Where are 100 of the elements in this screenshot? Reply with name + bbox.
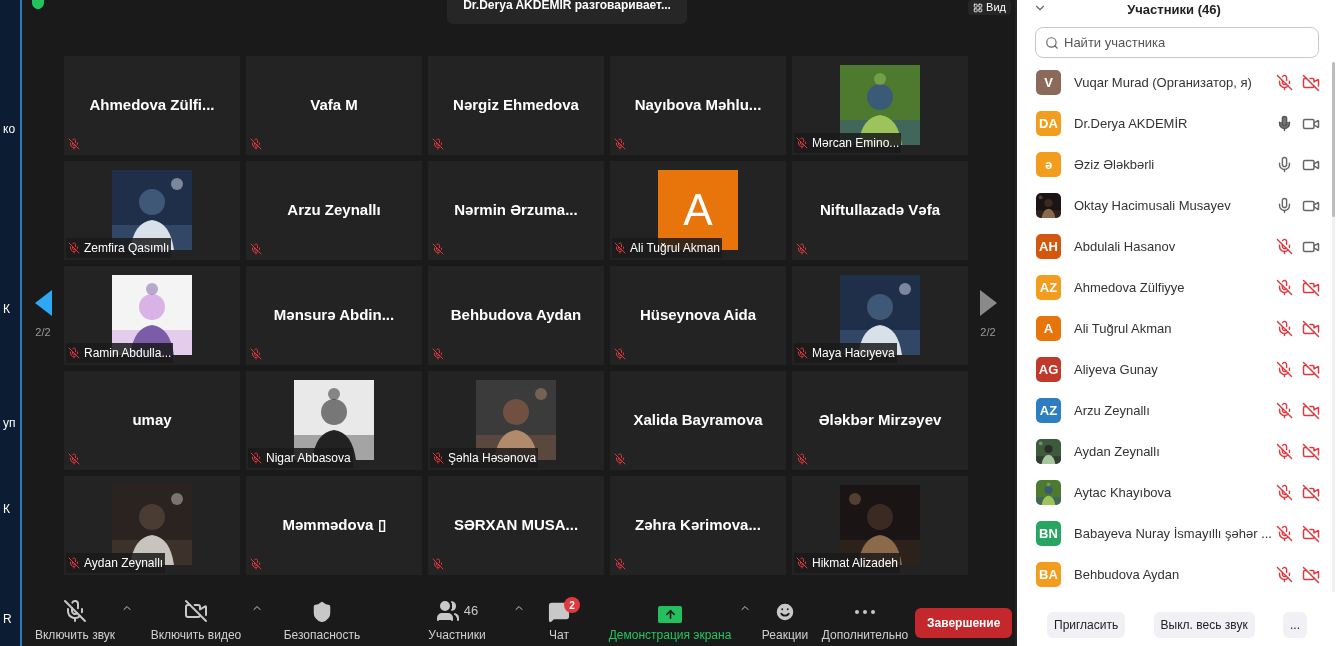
muted-mic-icon <box>250 558 262 570</box>
people-icon <box>435 599 460 623</box>
participant-name: Mərcan Emino... <box>812 135 900 152</box>
speaker-banner: Dr.Derya AKDEMIR разговаривает... <box>447 0 687 24</box>
participant-row[interactable]: Oktay Hacimusali Musayev <box>1017 185 1332 226</box>
share-screen-icon <box>658 606 682 623</box>
video-off-icon[interactable] <box>1302 442 1320 461</box>
more-button[interactable]: Дополнительно <box>815 601 915 644</box>
muted-mic-icon <box>796 453 808 465</box>
video-off-icon[interactable] <box>1302 319 1320 338</box>
participant-name: Zəhra Kərimova... <box>635 515 761 536</box>
participant-name: Zemfira Qasımlı <box>84 240 170 257</box>
muted-mic-icon[interactable] <box>1276 525 1294 542</box>
muted-mic-icon <box>68 453 80 465</box>
muted-mic-icon[interactable] <box>1276 443 1294 460</box>
video-off-icon[interactable] <box>1302 524 1320 543</box>
muted-mic-icon[interactable] <box>1276 566 1294 583</box>
desktop-icon-label[interactable]: уп <box>3 414 16 432</box>
muted-mic-icon[interactable] <box>1276 484 1294 501</box>
panel-button[interactable]: Пригласить <box>1047 612 1126 638</box>
share-button[interactable]: Демонстрация экрана <box>597 606 743 644</box>
view-button[interactable]: Вид <box>968 0 1011 15</box>
video-off-icon[interactable] <box>1302 278 1320 297</box>
participant-name: umay <box>132 410 172 431</box>
panel-button[interactable]: ... <box>1283 612 1307 638</box>
participant-name: Ələkbər Mirzəyev <box>818 410 942 431</box>
participant-row[interactable]: BN Babayeva Nuray İsmayıllı şəhər ... <box>1017 513 1332 554</box>
desktop-icon-label[interactable]: R <box>3 610 12 628</box>
participant-row[interactable]: BA Behbudova Aydan <box>1017 554 1332 595</box>
desktop-icon-label[interactable]: К <box>3 500 10 518</box>
desktop-icon-label[interactable]: К <box>3 300 10 318</box>
muted-mic-icon <box>796 243 808 255</box>
participant-name: Behbudova Aydan <box>450 305 582 326</box>
participant-name: Mənsurə Abdin... <box>273 305 395 326</box>
participant-name: Nayıbova Məhlu... <box>634 95 762 116</box>
participant-name: Oktay Hacimusali Musayev <box>1074 196 1232 215</box>
muted-mic-icon <box>432 138 444 150</box>
scrollbar[interactable] <box>1332 62 1335 592</box>
desktop-icon-label[interactable]: ко <box>3 120 16 138</box>
participant-name: Vafa M <box>310 95 358 116</box>
muted-mic-icon <box>68 347 80 359</box>
participant-name: Ahmedova Zülfi... <box>89 95 215 116</box>
muted-mic-icon[interactable] <box>1276 320 1294 337</box>
muted-mic-icon[interactable] <box>1276 361 1294 378</box>
participants-button[interactable]: 46 Участники <box>397 599 517 644</box>
participant-name: SƏRXAN MUSA... <box>453 515 579 536</box>
participant-row[interactable]: AZ Arzu Zeynallı <box>1017 390 1332 431</box>
smiley-icon <box>774 601 796 623</box>
avatar: AG <box>1036 357 1061 382</box>
participant-name: Ali Tuğrul Akman <box>1074 319 1173 338</box>
participant-row[interactable]: DA Dr.Derya AKDEMİR <box>1017 103 1332 144</box>
muted-mic-icon[interactable] <box>1276 74 1294 91</box>
avatar: BA <box>1036 562 1061 587</box>
participant-row[interactable]: Aydan Zeynallı <box>1017 431 1332 472</box>
avatar: BN <box>1036 521 1061 546</box>
security-button[interactable]: Безопасность <box>267 601 377 644</box>
video-button[interactable]: Включить видео <box>137 599 255 644</box>
participant-name: Vuqar Murad (Организатор, я) <box>1074 73 1253 92</box>
participant-row[interactable]: AH Abdulali Hasanov <box>1017 226 1332 267</box>
participant-name: Arzu Zeynallı <box>1074 401 1151 420</box>
participant-name: Xalida Bayramova <box>633 410 763 431</box>
muted-mic-icon <box>614 242 626 254</box>
muted-mic-icon <box>432 452 444 464</box>
participant-name: Nigar Abbasova <box>266 450 351 467</box>
participant-name: Aytac Khayıbova <box>1074 483 1173 502</box>
video-off-icon[interactable] <box>1302 360 1320 379</box>
muted-mic-icon[interactable] <box>1276 238 1294 255</box>
participant-name: Niftullazadə Vəfa <box>820 200 940 221</box>
participant-row[interactable]: AZ Ahmedova Zülfiyye <box>1017 267 1332 308</box>
video-off-icon[interactable] <box>1302 483 1320 502</box>
muted-mic-icon <box>250 243 262 255</box>
panel-button[interactable]: Выкл. весь звук <box>1153 612 1255 638</box>
avatar: A <box>1036 316 1061 341</box>
page-indicator: 2/2 <box>980 325 996 341</box>
muted-mic-icon[interactable] <box>1276 402 1294 419</box>
muted-mic-icon <box>796 137 808 149</box>
participant-name: Hikmat Alizadeh <box>812 555 899 572</box>
participant-name: Əziz Ələkbərli <box>1074 155 1156 174</box>
video-off-icon[interactable] <box>1302 73 1320 92</box>
audio-button[interactable]: Включить звук <box>25 599 125 644</box>
participant-row[interactable]: Aytac Khayıbova <box>1017 472 1332 513</box>
video-off-icon[interactable] <box>1302 401 1320 420</box>
participant-name: Şəhla Həsənova <box>448 450 537 467</box>
next-page-button[interactable] <box>979 290 997 317</box>
muted-mic-icon <box>68 242 80 254</box>
participant-row[interactable]: ə Əziz Ələkbərli <box>1017 144 1332 185</box>
muted-mic-icon[interactable] <box>1276 279 1294 296</box>
muted-mic-icon <box>250 348 262 360</box>
reactions-button[interactable]: Реакции <box>755 601 815 644</box>
participant-name: Hüseynova Aida <box>639 305 757 326</box>
muted-mic-icon <box>614 453 626 465</box>
participant-row[interactable]: V Vuqar Murad (Организатор, я) <box>1017 62 1332 103</box>
video-off-icon[interactable] <box>1302 565 1320 584</box>
participant-row[interactable]: A Ali Tuğrul Akman <box>1017 308 1332 349</box>
participant-row[interactable]: AG Aliyeva Gunay <box>1017 349 1332 390</box>
end-meeting-button[interactable]: Завершение <box>915 608 1013 638</box>
avatar: AZ <box>1036 275 1061 300</box>
search-field[interactable]: Найти участника <box>1035 27 1319 58</box>
unread-badge: 2 <box>564 597 580 613</box>
panel-title: Участники (46) <box>1126 1 1222 19</box>
